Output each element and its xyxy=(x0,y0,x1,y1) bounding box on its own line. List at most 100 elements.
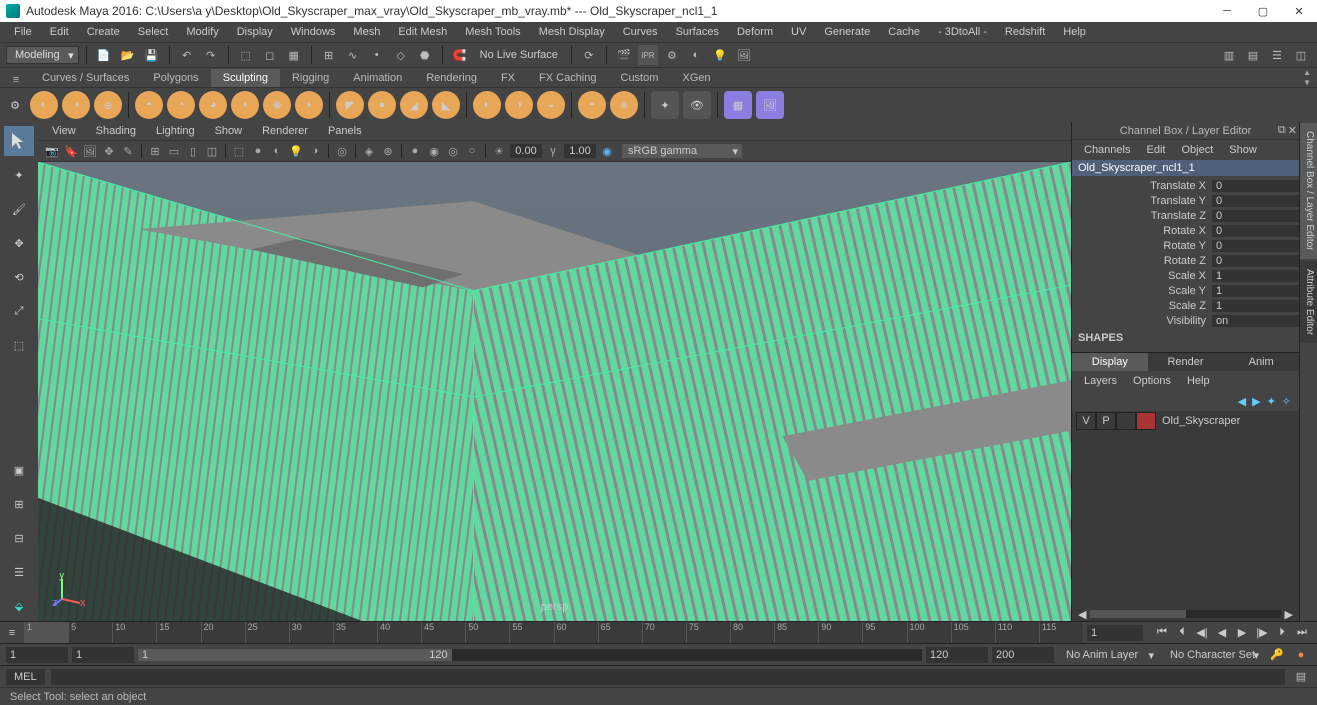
uv-tool-icon[interactable]: ▦ xyxy=(724,91,752,119)
sculpt-tool-icon[interactable]: ◐ xyxy=(30,91,58,119)
select-component-icon[interactable]: ▦ xyxy=(284,45,304,65)
scroll-left-icon[interactable]: ◀ xyxy=(1078,608,1086,621)
menu-create[interactable]: Create xyxy=(79,24,128,40)
shelf-scroll-down-icon[interactable]: ▼ xyxy=(1303,78,1311,87)
grease-pencil-icon[interactable]: ✎ xyxy=(120,143,136,159)
shelf-tab-rigging[interactable]: Rigging xyxy=(280,69,341,87)
snap-curve-icon[interactable]: ∿ xyxy=(343,45,363,65)
shaded-icon[interactable]: ● xyxy=(250,143,266,159)
save-scene-icon[interactable]: 💾 xyxy=(142,45,162,65)
gamma-value[interactable]: 1.00 xyxy=(564,144,596,158)
select-object-icon[interactable]: ◻ xyxy=(260,45,280,65)
ao-toggle-icon[interactable]: ● xyxy=(407,143,423,159)
shelf-scroll-up-icon[interactable]: ▲ xyxy=(1303,68,1311,77)
construction-history-icon[interactable]: ⟳ xyxy=(579,45,599,65)
range-handle[interactable]: 1 120 xyxy=(138,649,452,661)
attr-value-field[interactable]: 0 xyxy=(1212,255,1299,267)
undo-icon[interactable]: ↶ xyxy=(177,45,197,65)
toggle-channelbox-icon[interactable]: ◫ xyxy=(1291,45,1311,65)
menu-3dtoall[interactable]: - 3DtoAll - xyxy=(930,24,995,40)
layer-name[interactable]: Old_Skyscraper xyxy=(1156,415,1295,427)
set-key-icon[interactable]: ● xyxy=(1291,645,1311,665)
scrape-tool-icon[interactable]: ◢ xyxy=(400,91,428,119)
cb-menu-edit[interactable]: Edit xyxy=(1140,143,1171,157)
attr-value-field[interactable]: 1 xyxy=(1212,300,1299,312)
play-backward-button[interactable]: ◀ xyxy=(1213,624,1231,642)
shelf-tab-animation[interactable]: Animation xyxy=(341,69,414,87)
timeslider-track[interactable]: 1 5 10 15 20 25 30 35 40 45 50 55 60 65 … xyxy=(24,622,1083,643)
character-set-dropdown[interactable]: No Character Set xyxy=(1162,647,1263,663)
layer-scrollbar[interactable]: ◀ ▶ xyxy=(1078,609,1293,619)
current-frame-field[interactable]: 1 xyxy=(1087,625,1143,641)
relax-tool-icon[interactable]: ⊕ xyxy=(94,91,122,119)
shelf-tab-xgen[interactable]: XGen xyxy=(670,69,722,87)
cb-menu-show[interactable]: Show xyxy=(1223,143,1263,157)
motion-blur-icon[interactable]: ◉ xyxy=(426,143,442,159)
textured-icon[interactable]: ◐ xyxy=(269,143,285,159)
colorspace-dropdown[interactable]: sRGB gamma xyxy=(622,144,742,158)
knife-tool-icon[interactable]: ◐ xyxy=(473,91,501,119)
view-menu-shading[interactable]: Shading xyxy=(88,124,144,138)
step-forward-key-button[interactable]: ⏵ xyxy=(1273,624,1291,642)
menu-modify[interactable]: Modify xyxy=(178,24,226,40)
channel-box-node-name[interactable]: Old_Skyscraper_ncl1_1 xyxy=(1072,160,1299,176)
command-input[interactable] xyxy=(51,669,1285,685)
scroll-thumb[interactable] xyxy=(1090,610,1185,618)
hypershade-icon[interactable]: ◐ xyxy=(686,45,706,65)
select-hierarchy-icon[interactable]: ⬚ xyxy=(236,45,256,65)
shelf-tab-custom[interactable]: Custom xyxy=(609,69,671,87)
four-pane-button[interactable]: ⊞ xyxy=(4,489,34,519)
pinch-tool-icon[interactable]: ◔ xyxy=(167,91,195,119)
scroll-right-icon[interactable]: ▶ xyxy=(1285,608,1293,621)
step-back-button[interactable]: ◀| xyxy=(1193,624,1211,642)
film-gate-icon[interactable]: ▭ xyxy=(166,143,182,159)
amplify-tool-icon[interactable]: ◓ xyxy=(578,91,606,119)
autokey-toggle-icon[interactable]: 🔑 xyxy=(1267,645,1287,665)
layer-visibility-toggle[interactable]: V xyxy=(1076,412,1096,430)
menu-mesh-display[interactable]: Mesh Display xyxy=(531,24,613,40)
layer-menu-layers[interactable]: Layers xyxy=(1078,374,1123,388)
view-menu-renderer[interactable]: Renderer xyxy=(254,124,316,138)
menu-curves[interactable]: Curves xyxy=(615,24,666,40)
script-editor-icon[interactable]: ▤ xyxy=(1291,667,1311,687)
bulge-tool-icon[interactable]: ◒ xyxy=(537,91,565,119)
freeze-tool-icon[interactable]: ❄ xyxy=(610,91,638,119)
snap-plane-icon[interactable]: ◇ xyxy=(391,45,411,65)
lights-icon[interactable]: 💡 xyxy=(288,143,304,159)
open-scene-icon[interactable]: 📂 xyxy=(118,45,138,65)
view-transform-icon[interactable]: ◉ xyxy=(599,143,615,159)
layer-color-swatch[interactable] xyxy=(1136,412,1156,430)
convert-tool-icon[interactable]: ✦ xyxy=(651,91,679,119)
maximize-button[interactable]: ▢ xyxy=(1251,2,1275,20)
menu-edit[interactable]: Edit xyxy=(42,24,77,40)
menu-redshift[interactable]: Redshift xyxy=(997,24,1053,40)
view-menu-view[interactable]: View xyxy=(44,124,84,138)
channelbox-popout-icon[interactable]: ⧉ xyxy=(1278,124,1286,137)
layer-tab-anim[interactable]: Anim xyxy=(1223,353,1299,371)
scale-tool-button[interactable]: ⤢ xyxy=(4,296,34,326)
xray-icon[interactable]: ◈ xyxy=(361,143,377,159)
last-tool-button[interactable]: ⬚ xyxy=(4,330,34,360)
layer-moveup-icon[interactable]: ◀ xyxy=(1238,395,1246,408)
layer-movedown-icon[interactable]: ▶ xyxy=(1252,395,1260,408)
render-frame-icon[interactable]: 🎬 xyxy=(614,45,634,65)
playback-start-field[interactable]: 1 xyxy=(72,647,134,663)
right-tab-channelbox[interactable]: Channel Box / Layer Editor xyxy=(1300,123,1317,259)
close-button[interactable]: ✕ xyxy=(1287,2,1311,20)
flatten-tool-icon[interactable]: ◕ xyxy=(199,91,227,119)
layer-tab-render[interactable]: Render xyxy=(1148,353,1224,371)
smear-tool-icon[interactable]: ◑ xyxy=(505,91,533,119)
shelf-tab-sculpting[interactable]: Sculpting xyxy=(211,69,280,87)
range-track[interactable]: 1 120 xyxy=(138,649,922,661)
redo-icon[interactable]: ↷ xyxy=(201,45,221,65)
xray-joints-icon[interactable]: ⊛ xyxy=(380,143,396,159)
toggle-attr-editor-icon[interactable]: ▤ xyxy=(1243,45,1263,65)
foamy-tool-icon[interactable]: ◖ xyxy=(231,91,259,119)
snap-point-icon[interactable]: • xyxy=(367,45,387,65)
bookmark-icon[interactable]: 🔖 xyxy=(63,143,79,159)
workspace-mode-dropdown[interactable]: Modeling xyxy=(6,46,79,64)
timeslider-menu-icon[interactable]: ≡ xyxy=(0,627,24,639)
menu-mesh[interactable]: Mesh xyxy=(345,24,388,40)
playback-end-field[interactable]: 120 xyxy=(926,647,988,663)
play-forward-button[interactable]: ▶ xyxy=(1233,624,1251,642)
